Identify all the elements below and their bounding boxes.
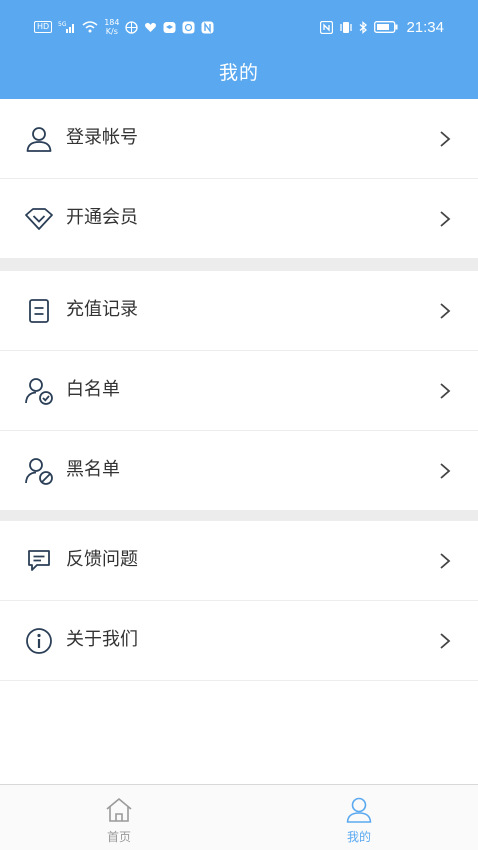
menu-item-blacklist[interactable]: 黑名单 [0,431,478,511]
nfc-icon [320,20,334,34]
menu-item-about-us[interactable]: 关于我们 [0,601,478,681]
page-title: 我的 [218,62,259,84]
chevron-right-icon [440,211,451,227]
menu-item-label: 登录帐号 [66,127,138,148]
network-speed: 184 K/s [104,18,119,36]
section-divider [0,259,478,271]
chevron-right-icon [440,131,451,147]
graduation-icon [163,21,176,33]
bottom-tab-bar: 首页 我的 [0,784,478,850]
chevron-right-icon [440,553,451,569]
menu-item-label: 黑名单 [66,459,120,480]
vibrate-icon [340,21,353,33]
status-bar: HD 5G 184 K/s 21:34 [0,14,478,40]
chevron-right-icon [440,463,451,479]
home-icon [106,798,132,822]
chevron-right-icon [440,633,451,649]
message-icon [28,550,50,571]
menu-item-feedback[interactable]: 反馈问题 [0,521,478,601]
battery-icon [374,21,398,33]
wifi-icon [82,21,98,33]
section-divider [0,511,478,521]
profile-icon [346,797,372,823]
menu-item-label: 充值记录 [66,299,138,320]
menu-item-whitelist[interactable]: 白名单 [0,351,478,431]
hd-badge: HD [34,21,53,33]
menu-item-label: 开通会员 [66,207,138,228]
document-icon [29,299,49,323]
diamond-icon [25,208,53,230]
user-check-icon [25,378,53,405]
tab-home[interactable]: 首页 [59,785,179,851]
app-notification-icon [182,21,195,33]
tab-mine[interactable]: 我的 [299,785,419,851]
tab-label: 首页 [106,830,131,844]
network-type-label: 5G [58,21,67,28]
network-speed-value: 184 [104,18,120,27]
menu-item-label: 关于我们 [66,629,138,650]
bluetooth-icon [360,20,368,34]
tab-label: 我的 [346,830,371,844]
globe-icon [125,20,139,34]
info-icon [26,628,52,654]
user-block-icon [25,458,53,485]
heart-icon [145,22,157,32]
menu-item-label: 白名单 [66,379,120,400]
chevron-right-icon [440,303,451,319]
n-app-icon [201,21,214,33]
chevron-right-icon [440,383,451,399]
menu-item-login[interactable]: 登录帐号 [0,99,478,179]
menu-item-membership[interactable]: 开通会员 [0,179,478,259]
network-speed-unit: K/s [105,27,118,36]
signal-icon: 5G [58,21,75,33]
menu-item-recharge-history[interactable]: 充值记录 [0,271,478,351]
menu-item-label: 反馈问题 [66,549,138,570]
app-header: HD 5G 184 K/s 21:34 我的 [0,0,478,99]
user-icon [26,127,52,152]
clock: 21:34 [406,18,444,36]
